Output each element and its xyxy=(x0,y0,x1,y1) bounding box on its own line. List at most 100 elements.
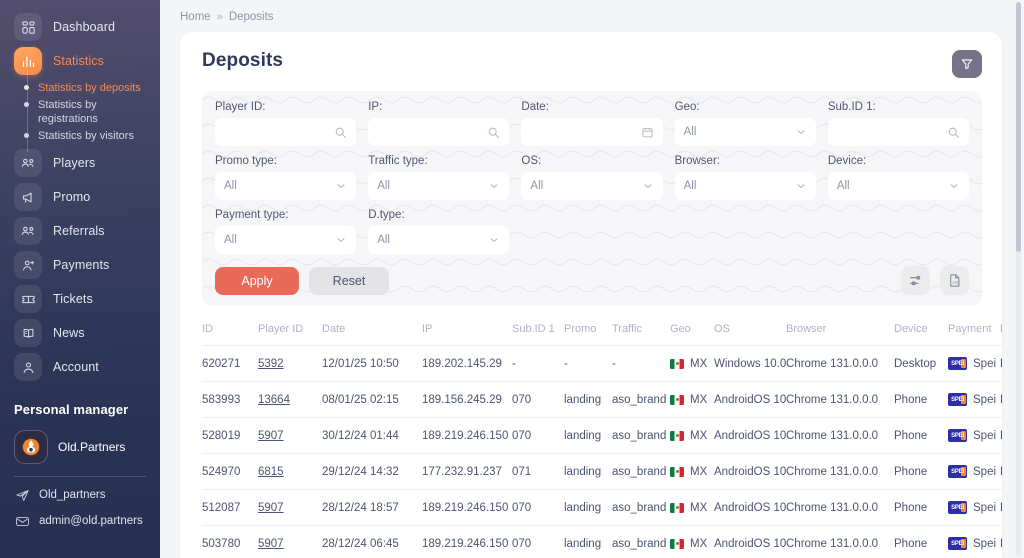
email-address: admin@old.partners xyxy=(39,515,143,527)
sidebar-item-account[interactable]: Account xyxy=(0,350,160,384)
filter-label: D.type: xyxy=(368,209,405,221)
player-id-link[interactable]: 6815 xyxy=(258,466,284,478)
news-icon xyxy=(14,319,42,347)
cell-id: 524970 xyxy=(202,453,258,490)
cell-device: Desktop xyxy=(894,345,948,382)
table-row[interactable]: 503780 5907 28/12/24 06:45 189.219.246.150 0… xyxy=(202,525,1002,558)
mexico-flag-icon xyxy=(670,430,684,441)
spei-payment-icon: SPEI xyxy=(948,429,967,442)
sliders-icon-button[interactable] xyxy=(901,266,930,295)
player-id-link[interactable]: 5907 xyxy=(258,430,284,442)
browser-select[interactable]: All xyxy=(674,172,816,200)
personal-manager-card[interactable]: Old.Partners xyxy=(0,417,160,464)
th-subid1[interactable]: Sub.ID 1 xyxy=(512,319,564,346)
csv-export-icon-button[interactable]: CSV xyxy=(940,266,969,295)
player-id-input[interactable] xyxy=(215,118,357,146)
cell-promo: landing xyxy=(564,489,612,526)
cell-date: 30/12/24 01:44 xyxy=(322,417,422,454)
th-os[interactable]: OS xyxy=(714,319,786,346)
statistics-icon xyxy=(14,47,42,75)
breadcrumb-home[interactable]: Home xyxy=(180,11,211,23)
calendar-icon xyxy=(641,126,654,139)
cell-traffic: aso_brand xyxy=(612,525,670,558)
deposits-table: ID Player ID Date IP Sub.ID 1 Promo Traf… xyxy=(202,319,1002,558)
d-type-value: All xyxy=(377,234,390,246)
personal-manager-telegram[interactable]: Old_partners xyxy=(0,477,160,503)
bullet-dot-icon xyxy=(24,101,29,107)
th-date[interactable]: Date xyxy=(322,319,422,346)
player-id-link[interactable]: 5907 xyxy=(258,538,284,550)
os-select[interactable]: All xyxy=(521,172,663,200)
th-geo[interactable]: Geo xyxy=(670,319,714,346)
cell-device: Phone xyxy=(894,381,948,418)
device-select[interactable]: All xyxy=(827,172,970,200)
sidebar-subitem-statistics-by-visitors[interactable]: Statistics by visitors xyxy=(0,127,160,144)
sidebar-item-news[interactable]: News xyxy=(0,316,160,350)
personal-manager-email[interactable]: admin@old.partners xyxy=(0,503,160,529)
main-content: Home » Deposits Deposits Player ID: IP: … xyxy=(160,0,1024,558)
scrollbar-thumb[interactable] xyxy=(1016,2,1021,252)
sidebar-subitem-statistics-by-registrations[interactable]: Statistics by registrations xyxy=(0,96,160,127)
th-browser[interactable]: Browser xyxy=(786,319,894,346)
player-id-link[interactable]: 5392 xyxy=(258,358,284,370)
table-row[interactable]: 528019 5907 30/12/24 01:44 189.219.246.150 0… xyxy=(202,417,1002,454)
spei-payment-icon: SPEI xyxy=(948,357,967,370)
th-device[interactable]: Device xyxy=(894,319,948,346)
sidebar-item-promo[interactable]: Promo xyxy=(0,180,160,214)
breadcrumb-separator-icon: » xyxy=(216,11,223,23)
th-dtype[interactable]: D. type xyxy=(1000,319,1002,346)
geo-select[interactable]: All xyxy=(674,118,816,146)
th-player-id[interactable]: Player ID xyxy=(258,319,322,346)
sidebar-item-referrals[interactable]: Referrals xyxy=(0,214,160,248)
table-row[interactable]: 524970 6815 29/12/24 14:32 177.232.91.237 07… xyxy=(202,453,1002,490)
mexico-flag-icon xyxy=(670,466,684,477)
date-input[interactable] xyxy=(521,118,663,146)
cell-id: 583993 xyxy=(202,381,258,418)
cell-dtype: RD xyxy=(1000,345,1002,382)
cell-os: AndroidOS 10 xyxy=(714,381,786,418)
traffic-type-select[interactable]: All xyxy=(368,172,510,200)
cell-dtype: RD xyxy=(1000,417,1002,454)
traffic-type-value: All xyxy=(377,180,390,192)
th-traffic[interactable]: Traffic xyxy=(612,319,670,346)
table-body: 620271 5392 12/01/25 10:50 189.202.145.29- -… xyxy=(202,345,1002,558)
os-value: All xyxy=(530,180,544,192)
th-ip[interactable]: IP xyxy=(422,319,512,346)
table-row[interactable]: 620271 5392 12/01/25 10:50 189.202.145.29- -… xyxy=(202,345,1002,382)
filter-actions: Apply Reset CSV xyxy=(215,263,969,295)
player-id-link[interactable]: 5907 xyxy=(258,502,284,514)
funnel-icon-button[interactable] xyxy=(952,50,982,78)
player-id-link[interactable]: 13664 xyxy=(258,394,290,406)
sidebar-item-tickets[interactable]: Tickets xyxy=(0,282,160,316)
sidebar-item-payments[interactable]: Payments xyxy=(0,248,160,282)
sidebar-subitem-label: Statistics by deposits xyxy=(38,81,141,94)
cell-id: 512087 xyxy=(202,489,258,526)
apply-button[interactable]: Apply xyxy=(215,266,299,295)
promo-type-select[interactable]: All xyxy=(215,172,357,200)
telegram-icon xyxy=(14,487,30,503)
sidebar-item-players[interactable]: Players xyxy=(0,146,160,180)
th-id[interactable]: ID xyxy=(202,319,258,346)
payment-type-select[interactable]: All xyxy=(215,226,357,254)
spei-payment-icon: SPEI xyxy=(948,501,967,514)
vertical-scrollbar[interactable] xyxy=(1016,2,1021,556)
filter-promo-type: Promo type: All xyxy=(215,155,357,200)
cell-payment: SPEI Spei xyxy=(948,381,1000,418)
sidebar-nav: Dashboard Statistics Statistics by depos… xyxy=(0,10,160,384)
reset-button[interactable]: Reset xyxy=(309,266,389,295)
cell-device: Phone xyxy=(894,417,948,454)
subid1-input[interactable] xyxy=(827,118,970,146)
filter-os: OS: All xyxy=(521,155,663,200)
d-type-select[interactable]: All xyxy=(368,226,510,254)
sidebar-item-statistics[interactable]: Statistics xyxy=(0,44,160,78)
th-payment[interactable]: Payment xyxy=(948,319,1000,346)
sidebar-subitem-statistics-by-deposits[interactable]: Statistics by deposits xyxy=(0,79,160,96)
ip-input[interactable] xyxy=(368,118,510,146)
cell-traffic: aso_brand xyxy=(612,417,670,454)
th-promo[interactable]: Promo xyxy=(564,319,612,346)
table-tools: CSV xyxy=(901,266,969,295)
table-row[interactable]: 583993 13664 08/01/25 02:15 189.156.245.29 0… xyxy=(202,381,1002,418)
sidebar-item-dashboard[interactable]: Dashboard xyxy=(0,10,160,44)
table-row[interactable]: 512087 5907 28/12/24 18:57 189.219.246.150 0… xyxy=(202,489,1002,526)
breadcrumb-current: Deposits xyxy=(228,11,274,23)
